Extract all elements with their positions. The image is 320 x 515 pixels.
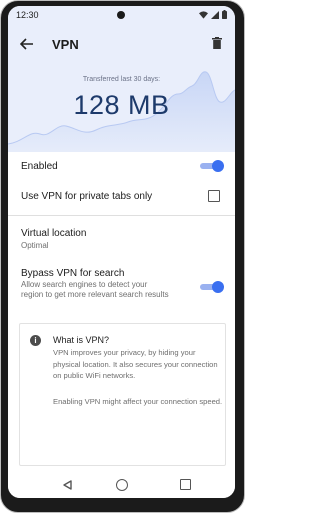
toggle-thumb xyxy=(212,281,224,293)
phone-device: 12:30 VPN Transferred last 30 days: 128 … xyxy=(0,0,245,515)
bypass-search-desc-line2: region to get more relevant search resul… xyxy=(21,290,169,299)
screen: 12:30 VPN Transferred last 30 days: 128 … xyxy=(8,6,235,498)
transfer-amount: 128 MB xyxy=(73,90,170,120)
bypass-search-label: Bypass VPN for search xyxy=(21,268,125,279)
bypass-search-desc-line1: Allow search engines to detect your xyxy=(21,280,148,289)
nav-home-icon[interactable] xyxy=(116,479,128,491)
toggle-thumb xyxy=(212,160,224,172)
info-icon: i xyxy=(30,335,41,346)
bypass-search-toggle[interactable] xyxy=(200,281,224,293)
status-time: 12:30 xyxy=(16,10,39,20)
vpn-info-card: i What is VPN? VPN improves your privacy… xyxy=(19,323,226,466)
page-title: VPN xyxy=(52,37,79,52)
back-arrow-icon[interactable] xyxy=(20,37,34,51)
virtual-location-value: Optimal xyxy=(21,241,49,250)
virtual-location-label: Virtual location xyxy=(21,228,87,239)
nav-back-icon[interactable] xyxy=(63,480,72,490)
signal-icon xyxy=(211,10,219,19)
private-tabs-checkbox[interactable] xyxy=(208,190,220,202)
delete-trash-icon[interactable] xyxy=(212,37,222,49)
enabled-label: Enabled xyxy=(21,161,58,172)
enabled-toggle[interactable] xyxy=(200,160,224,172)
enabled-row[interactable]: Enabled xyxy=(8,152,235,180)
nav-recents-icon[interactable] xyxy=(180,479,191,490)
transfer-caption: Transferred last 30 days: xyxy=(82,76,161,83)
info-title: What is VPN? xyxy=(53,335,110,345)
section-divider xyxy=(8,215,235,216)
battery-icon xyxy=(222,10,227,19)
vpn-header: VPN Transferred last 30 days: 128 MB xyxy=(8,24,235,152)
bypass-search-row[interactable]: Bypass VPN for search Allow search engin… xyxy=(8,262,235,306)
status-bar: 12:30 xyxy=(8,6,235,24)
private-tabs-row[interactable]: Use VPN for private tabs only xyxy=(8,182,235,210)
info-note: Enabling VPN might affect your connectio… xyxy=(53,397,223,406)
front-camera xyxy=(117,11,125,19)
private-tabs-label: Use VPN for private tabs only xyxy=(21,191,153,202)
info-body: VPN improves your privacy, by hiding you… xyxy=(53,348,218,380)
system-nav-bar xyxy=(8,472,235,498)
wifi-icon xyxy=(199,10,208,19)
status-icons xyxy=(199,10,227,19)
virtual-location-row[interactable]: Virtual location Optimal xyxy=(8,224,235,254)
